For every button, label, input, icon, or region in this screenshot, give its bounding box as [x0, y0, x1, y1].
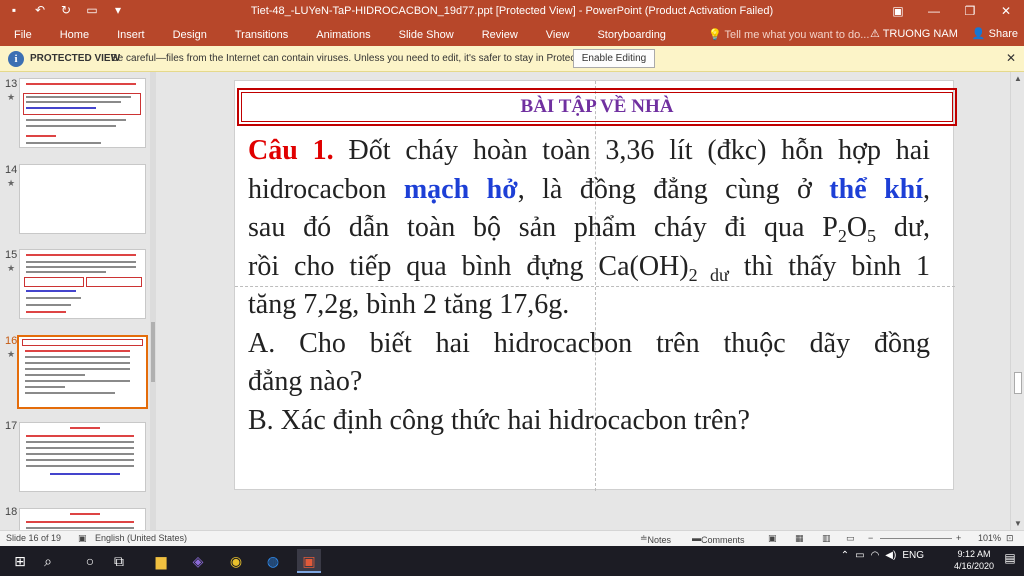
notifications-icon[interactable]: ▤ — [1000, 551, 1020, 571]
animation-star-icon: ★ — [7, 263, 16, 273]
zoom-in-icon[interactable]: + — [956, 533, 961, 543]
fit-slide-icon[interactable]: ⊡ — [1006, 533, 1014, 544]
clock[interactable]: 9:12 AM 4/16/2020 — [954, 548, 994, 572]
thumb-number: 14 — [5, 164, 18, 176]
tab-review[interactable]: Review — [468, 27, 532, 43]
slideshow-icon[interactable]: ▭ — [846, 533, 855, 544]
vertical-scrollbar[interactable]: ▲ ▼ — [1010, 72, 1024, 530]
ribbon: File Home Insert Design Transitions Animation… — [0, 24, 1024, 46]
question-label: Câu 1. — [248, 135, 334, 166]
tell-me-search[interactable]: 💡 Tell me what you want to do... — [694, 27, 883, 43]
cortana-icon[interactable]: ○ — [78, 549, 102, 573]
slide-thumbnail-16[interactable] — [17, 335, 148, 409]
minimize-button[interactable]: — — [916, 0, 952, 24]
close-button[interactable]: ✕ — [988, 0, 1024, 24]
tab-storyboarding[interactable]: Storyboarding — [583, 27, 680, 43]
slide-title-box[interactable]: BÀI TẬP VỀ NHÀ — [237, 88, 957, 126]
scroll-thumb[interactable] — [1014, 372, 1022, 394]
slide-thumbnails-pane: 13 ★ 14 ★ 15 ★ 16 ★ 17 18 — [0, 72, 157, 530]
search-icon[interactable]: ⌕ — [36, 549, 60, 573]
scroll-up-icon[interactable]: ▲ — [1014, 74, 1022, 83]
tab-transitions[interactable]: Transitions — [221, 27, 302, 43]
tab-home[interactable]: Home — [46, 27, 103, 43]
slide-canvas[interactable]: BÀI TẬP VỀ NHÀ Câu 1. Đốt cháy hoàn toàn… — [234, 80, 957, 491]
ribbon-display-options-icon[interactable]: ▣ — [880, 0, 916, 24]
zoom-slider[interactable] — [880, 538, 952, 539]
restore-button[interactable]: ❐ — [952, 0, 988, 24]
tab-view[interactable]: View — [532, 27, 584, 43]
task-view-icon[interactable]: ⧉ — [107, 549, 131, 573]
lightbulb-icon: 💡 — [707, 29, 722, 41]
windows-taskbar: ⊞ ⌕ ○ ⧉ ▆ ◈ ◉ ◍ ▣ ⌃ ▭ ◠ ◀) ENG 9:12 AM 4… — [0, 546, 1024, 576]
thumb-number: 13 — [5, 78, 18, 90]
window-title: Tiet-48_-LUYeN-TaP-HIDROCACBON_19d77.ppt… — [250, 5, 774, 17]
tab-file[interactable]: File — [0, 27, 46, 43]
info-icon: i — [8, 51, 24, 67]
slide-thumbnail-15[interactable] — [19, 249, 146, 319]
slide-thumbnail-14[interactable] — [19, 164, 146, 234]
close-icon[interactable]: ✕ — [1006, 51, 1016, 65]
enable-editing-button[interactable]: Enable Editing — [573, 49, 655, 68]
slide-thumbnail-13[interactable] — [19, 78, 146, 148]
zalo-icon[interactable]: ◍ — [261, 549, 285, 573]
reading-view-icon[interactable]: ▥ — [822, 533, 831, 544]
slide-thumbnail-18[interactable] — [19, 508, 146, 530]
animation-star-icon: ★ — [7, 92, 16, 102]
visual-studio-icon[interactable]: ◈ — [186, 549, 210, 573]
zoom-out-icon[interactable]: − — [868, 533, 873, 543]
notes-button[interactable]: ≐ Notes — [640, 533, 671, 545]
slide-editing-area: BÀI TẬP VỀ NHÀ Câu 1. Đốt cháy hoàn toàn… — [157, 72, 1010, 530]
zoom-level[interactable]: 101% — [978, 533, 1001, 543]
battery-icon[interactable]: ▭ — [855, 550, 864, 561]
tab-insert[interactable]: Insert — [103, 27, 159, 43]
user-account[interactable]: ⚠ TRUONG NAM — [870, 27, 958, 40]
protected-view-label: PROTECTED VIEW — [30, 53, 121, 64]
tab-animations[interactable]: Animations — [302, 27, 384, 43]
title-bar: ▪ ↶ ↻ ▭ ▾ Tiet-48_-LUYeN-TaP-HIDROCACBON… — [0, 0, 1024, 24]
share-button[interactable]: 👤 Share — [972, 27, 1018, 40]
file-explorer-icon[interactable]: ▆ — [149, 549, 173, 573]
normal-view-icon[interactable]: ▣ — [768, 533, 777, 544]
status-bar: Slide 16 of 19 ▣ English (United States)… — [0, 530, 1024, 546]
thumb-number: 17 — [5, 420, 18, 432]
show-hidden-icons-icon[interactable]: ⌃ — [841, 550, 849, 561]
thumb-number: 18 — [5, 506, 18, 518]
language-indicator[interactable]: English (United States) — [95, 533, 187, 543]
chrome-icon[interactable]: ◉ — [224, 549, 248, 573]
wifi-icon[interactable]: ◠ — [871, 550, 880, 561]
slide-sorter-icon[interactable]: ▦ — [795, 533, 804, 544]
powerpoint-icon[interactable]: ▣ — [297, 549, 321, 573]
scroll-down-icon[interactable]: ▼ — [1014, 519, 1022, 528]
slide-counter: Slide 16 of 19 — [6, 533, 62, 543]
tab-design[interactable]: Design — [159, 27, 221, 43]
tab-slide-show[interactable]: Slide Show — [385, 27, 468, 43]
slide-thumbnail-17[interactable] — [19, 422, 146, 492]
animation-star-icon: ★ — [7, 178, 16, 188]
slide-body-text[interactable]: Câu 1. Đốt cháy hoàn toàn 3,36 lít (đkc)… — [248, 132, 930, 440]
protected-view-bar: i PROTECTED VIEW Be careful—files from t… — [0, 46, 1024, 72]
start-icon[interactable]: ⊞ — [8, 549, 32, 573]
comments-button[interactable]: ▬ Comments — [692, 533, 745, 545]
thumb-number: 15 — [5, 249, 18, 261]
animation-star-icon: ★ — [7, 349, 16, 359]
language-indicator[interactable]: ENG — [902, 550, 924, 561]
thumb-number: 16 — [5, 335, 18, 347]
slide-title: BÀI TẬP VỀ NHÀ — [520, 96, 674, 117]
protected-view-message: Be careful—files from the Internet can c… — [111, 53, 616, 64]
thumbnails-scrollbar[interactable] — [150, 72, 156, 530]
spelling-icon[interactable]: ▣ — [78, 533, 87, 544]
volume-icon[interactable]: ◀) — [885, 550, 896, 561]
